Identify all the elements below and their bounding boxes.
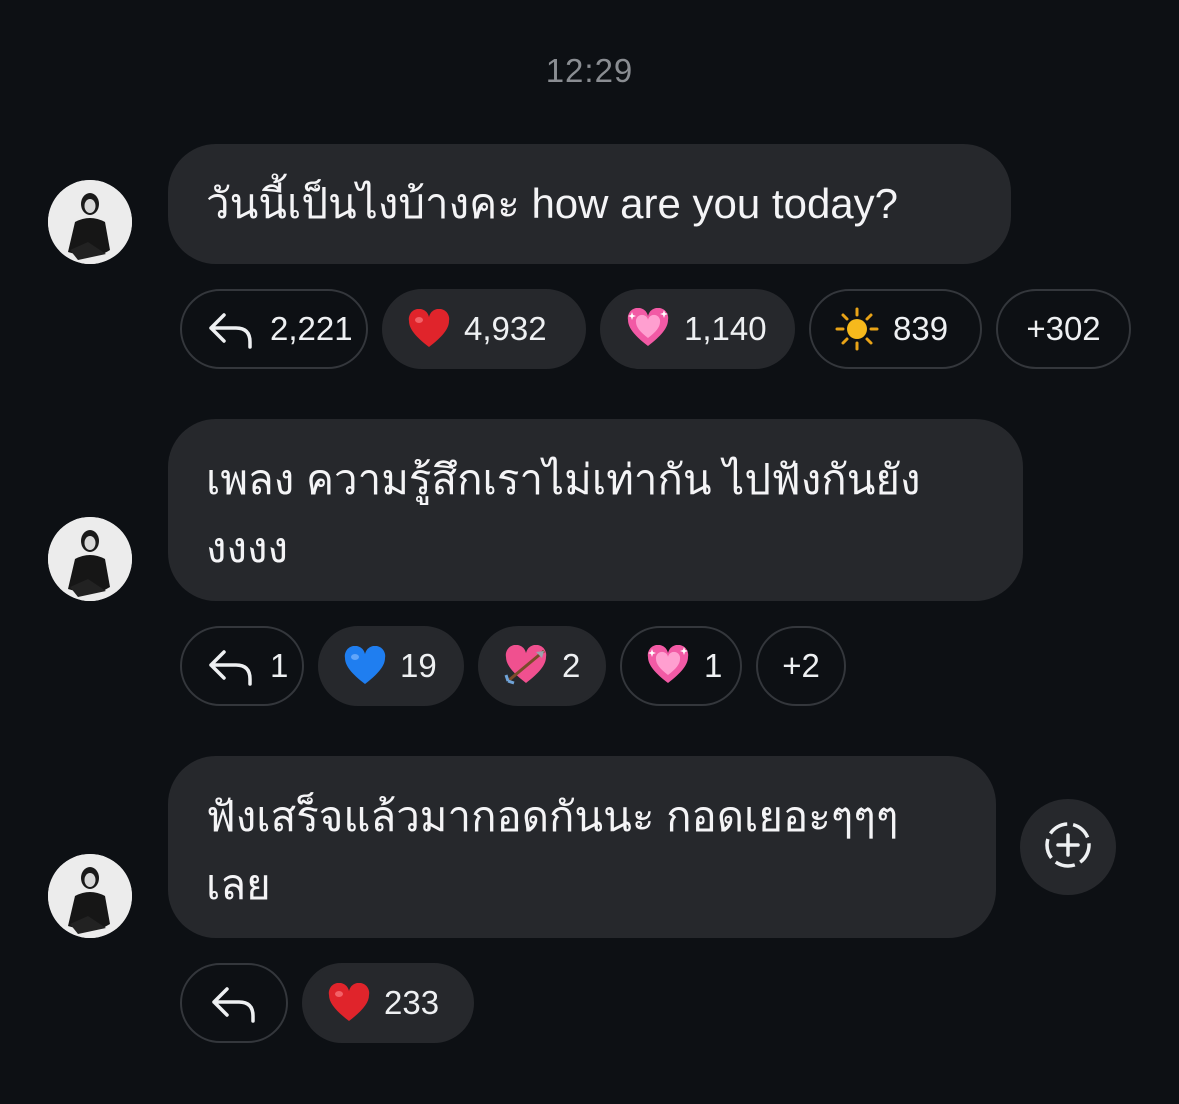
add-reaction-icon bbox=[1042, 819, 1094, 876]
reaction-count: 839 bbox=[893, 310, 949, 347]
more-reactions-button[interactable]: +302 bbox=[996, 289, 1131, 369]
message-text-line: ฟังเสร็จแล้วมากอดกันนะ กอดเยอะๆๆๆ bbox=[206, 793, 899, 840]
reaction-chip[interactable]: 4,932 bbox=[382, 289, 586, 369]
blue-heart-icon bbox=[344, 646, 386, 686]
red-heart-icon bbox=[408, 309, 450, 349]
more-reactions-count: +302 bbox=[1026, 310, 1101, 347]
reply-count: 2,221 bbox=[270, 310, 353, 347]
reaction-count: 1,140 bbox=[684, 310, 767, 347]
reaction-chip[interactable]: 2 bbox=[478, 626, 606, 706]
reply-count: 1 bbox=[270, 647, 289, 684]
timestamp: 12:29 bbox=[545, 52, 634, 89]
more-reactions-button[interactable]: +2 bbox=[756, 626, 846, 706]
reaction-count: 4,932 bbox=[464, 310, 547, 347]
reaction-bar: 2,221 4,932 1,140 839 +302 bbox=[180, 289, 1131, 369]
message-text-line: เพลง ความรู้สึกเราไม่เท่ากัน ไปฟังกันยัง bbox=[206, 456, 921, 503]
reaction-chip[interactable]: 1 bbox=[620, 626, 742, 706]
reaction-chip[interactable]: 19 bbox=[318, 626, 464, 706]
avatar[interactable] bbox=[48, 517, 132, 601]
sun-icon bbox=[835, 307, 879, 351]
more-reactions-count: +2 bbox=[782, 647, 820, 684]
message-text-line: งงงง bbox=[206, 524, 289, 571]
avatar[interactable] bbox=[48, 854, 132, 938]
reaction-count: 233 bbox=[384, 984, 440, 1021]
message-bubble[interactable]: วันนี้เป็นไงบ้างคะ how are you today? bbox=[168, 144, 1011, 264]
reaction-bar: 233 bbox=[180, 963, 474, 1043]
reaction-count: 19 bbox=[400, 647, 437, 684]
message-text-line: เลย bbox=[206, 861, 271, 908]
red-heart-icon bbox=[328, 983, 370, 1023]
reply-button[interactable] bbox=[180, 963, 288, 1043]
message-bubble[interactable]: ฟังเสร็จแล้วมากอดกันนะ กอดเยอะๆๆๆ เลย bbox=[168, 756, 996, 938]
add-reaction-button[interactable] bbox=[1020, 799, 1116, 895]
reaction-chip[interactable]: 839 bbox=[809, 289, 982, 369]
reaction-chip[interactable]: 233 bbox=[302, 963, 474, 1043]
reply-button[interactable]: 2,221 bbox=[180, 289, 368, 369]
message-bubble[interactable]: เพลง ความรู้สึกเราไม่เท่ากัน ไปฟังกันยัง… bbox=[168, 419, 1023, 601]
reaction-bar: 1 19 2 1 +2 bbox=[180, 626, 846, 706]
sparkling-heart-icon bbox=[626, 308, 670, 350]
reply-arrow-icon bbox=[206, 309, 256, 349]
message-text: วันนี้เป็นไงบ้างคะ how are you today? bbox=[206, 180, 899, 227]
reaction-chip[interactable]: 1,140 bbox=[600, 289, 795, 369]
reaction-count: 2 bbox=[562, 647, 581, 684]
reply-arrow-icon bbox=[209, 983, 259, 1023]
reply-arrow-icon bbox=[206, 646, 256, 686]
avatar[interactable] bbox=[48, 180, 132, 264]
heart-with-arrow-icon bbox=[504, 645, 548, 687]
sparkling-heart-icon bbox=[646, 645, 690, 687]
reaction-count: 1 bbox=[704, 647, 723, 684]
reply-button[interactable]: 1 bbox=[180, 626, 304, 706]
